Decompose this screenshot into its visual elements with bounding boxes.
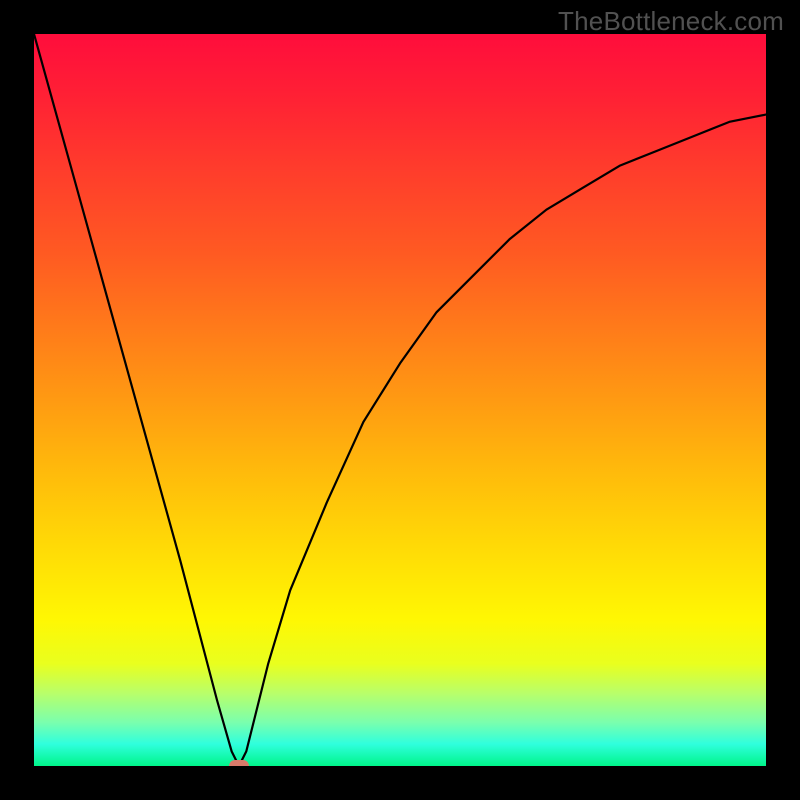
- minimum-marker: [229, 760, 249, 766]
- bottleneck-curve: [34, 34, 766, 766]
- curve-path: [34, 34, 766, 766]
- watermark-text: TheBottleneck.com: [558, 6, 784, 37]
- plot-area: [34, 34, 766, 766]
- chart-frame: TheBottleneck.com: [0, 0, 800, 800]
